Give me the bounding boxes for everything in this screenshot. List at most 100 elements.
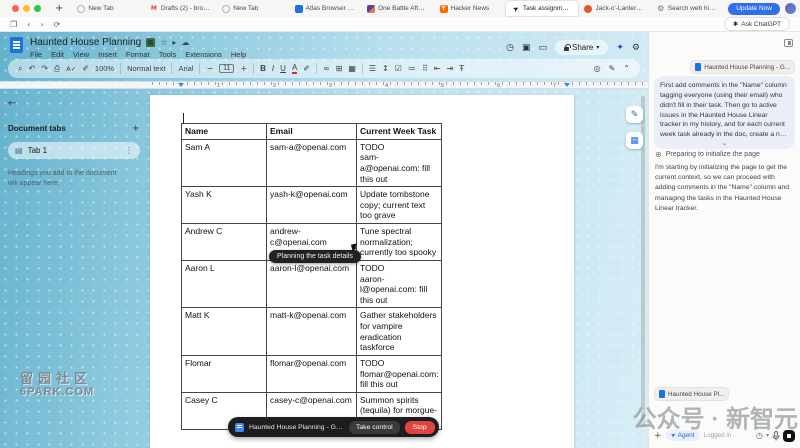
insert-link-icon[interactable]: ∞ xyxy=(323,64,330,73)
cell-name[interactable]: Matt K xyxy=(181,307,267,356)
share-button[interactable]: Share ▾ xyxy=(555,40,609,55)
decrease-indent-icon[interactable]: ⇤ xyxy=(434,64,441,73)
table-row[interactable]: Yash K yash-k@openai.com Update tombston… xyxy=(181,186,442,224)
take-control-button[interactable]: Take control xyxy=(349,420,400,434)
menu-format[interactable]: Format xyxy=(126,50,150,59)
tab-jack-o-lantern[interactable]: Jack-o'-Lantern Stu xyxy=(578,1,650,16)
menus-search-icon[interactable]: ⌕ xyxy=(18,64,22,74)
cell-email[interactable]: sam-a@openai.com xyxy=(266,138,357,188)
window-controls[interactable] xyxy=(4,5,47,12)
cell-name[interactable]: Andrew C xyxy=(181,223,267,261)
header-task[interactable]: Current Week Task xyxy=(356,123,442,140)
update-now-button[interactable]: Update Now xyxy=(728,2,780,15)
hide-menus-icon[interactable]: ⌃ xyxy=(623,64,630,73)
cell-name[interactable]: Sam A xyxy=(181,138,267,188)
video-call-icon[interactable]: ▭ xyxy=(538,43,547,53)
horizontal-ruler[interactable]: 1 2 3 4 5 6 7 xyxy=(0,81,648,89)
close-window-button[interactable] xyxy=(12,5,19,12)
menu-tools[interactable]: Tools xyxy=(159,50,177,59)
task-table[interactable]: Name Email Current Week Task Sam A sam-a… xyxy=(181,123,442,430)
move-folder-icon[interactable]: ▸ xyxy=(172,38,176,47)
expand-message-icon[interactable]: ⌄ xyxy=(722,138,728,148)
pen-tool-button[interactable]: ✎ xyxy=(626,106,643,123)
cell-task[interactable]: TODO sam-a@openai.com: fill this out xyxy=(356,138,442,188)
table-row[interactable]: Matt K matt-k@openai.com Gather stakehol… xyxy=(181,307,442,356)
reload-button[interactable]: ⟳ xyxy=(54,20,61,29)
cell-task[interactable]: Tune spectral normalization; currently t… xyxy=(356,223,442,261)
chevron-down-icon[interactable]: ▾ xyxy=(596,44,599,51)
align-icon[interactable]: ☰ xyxy=(369,64,376,73)
table-row[interactable]: Flomar flomar@openai.com TODO flomar@ope… xyxy=(181,354,442,393)
collapse-sidebar-icon[interactable] xyxy=(784,39,793,47)
paragraph-style-select[interactable]: Normal text xyxy=(127,64,165,73)
minimize-window-button[interactable] xyxy=(23,5,30,12)
stop-agent-button[interactable]: Stop xyxy=(404,420,435,434)
zoom-window-button[interactable] xyxy=(34,5,41,12)
close-panel-arrow-icon[interactable]: ← xyxy=(8,98,140,109)
paint-format-icon[interactable]: ✐ xyxy=(82,64,89,73)
redo-icon[interactable]: ↷ xyxy=(41,64,48,73)
version-history-icon[interactable]: ◷ xyxy=(506,43,514,53)
cell-task[interactable]: Update tombstone copy; current text too … xyxy=(356,186,442,224)
cell-email[interactable]: matt-k@openai.com xyxy=(266,307,357,356)
menu-edit[interactable]: Edit xyxy=(51,50,64,59)
add-tab-icon[interactable]: + xyxy=(132,123,140,134)
image-tool-button[interactable]: ▦ xyxy=(626,132,643,149)
add-comment-icon[interactable]: ⊞ xyxy=(336,64,343,73)
cell-name[interactable]: Yash K xyxy=(181,186,267,224)
table-row[interactable]: Sam A sam-a@openai.com TODO sam-a@openai… xyxy=(181,138,442,188)
font-size-decrease[interactable]: − xyxy=(206,64,213,73)
menu-insert[interactable]: Insert xyxy=(98,50,117,59)
tab-search-web-history[interactable]: ⚙ Search web history xyxy=(651,1,723,16)
tab-atlas-browser-core[interactable]: Atlas Browser Core F xyxy=(289,1,361,16)
star-icon[interactable]: ☆ xyxy=(160,38,167,47)
tab-new-tab-2[interactable]: New Tab xyxy=(216,1,288,16)
document-title[interactable]: Haunted House Planning xyxy=(30,37,141,48)
tab-new-tab-1[interactable]: New Tab xyxy=(71,1,143,16)
forward-button[interactable]: › xyxy=(40,20,43,29)
zoom-select[interactable]: 100% xyxy=(95,64,114,73)
tab-hacker-news[interactable]: Y Hacker News xyxy=(434,1,506,16)
spellcheck-icon[interactable]: A✓ xyxy=(66,65,76,73)
bulleted-list-icon[interactable]: ≔ xyxy=(408,64,416,73)
clear-formatting-icon[interactable]: Ŧ xyxy=(459,64,464,73)
cell-email[interactable]: flomar@openai.com xyxy=(266,354,357,393)
numbered-list-icon[interactable]: ⠿ xyxy=(422,64,428,73)
account-avatar[interactable]: ⚙ xyxy=(632,43,640,53)
cell-task[interactable]: TODO aaron-l@openai.com: fill this out xyxy=(356,259,442,309)
undo-icon[interactable]: ↶ xyxy=(28,64,35,73)
cell-task[interactable]: TODO flomar@openai.com: fill this out xyxy=(356,354,442,393)
document-tab-1[interactable]: ▤ Tab 1 ⋮ xyxy=(8,142,140,159)
tab-drafts[interactable]: M Drafts (2) - browser- xyxy=(144,1,216,16)
comments-icon[interactable]: ▣ xyxy=(522,43,531,53)
gemini-icon[interactable]: ✦ xyxy=(616,43,624,53)
cell-email[interactable]: aaron-l@openai.com xyxy=(266,259,357,309)
menu-file[interactable]: File xyxy=(30,50,42,59)
font-size-input[interactable]: 11 xyxy=(219,64,235,73)
tab-task-assignment-active[interactable]: ➤ Task assignment wo xyxy=(505,1,579,16)
underline-button[interactable]: U xyxy=(280,64,286,73)
checklist-icon[interactable]: ☑ xyxy=(395,64,402,73)
text-color-button[interactable]: A xyxy=(291,63,298,74)
table-row[interactable]: Aaron L aaron-l@openai.com TODO aaron-l@… xyxy=(181,259,442,309)
cell-name[interactable]: Flomar xyxy=(181,354,267,393)
back-button[interactable]: ‹ xyxy=(27,20,30,29)
menu-extensions[interactable]: Extensions xyxy=(185,50,222,59)
context-page-chip[interactable]: Haunted House Planning - G... xyxy=(690,60,795,74)
google-docs-icon[interactable] xyxy=(10,37,23,53)
tab-options-icon[interactable]: ⋮ xyxy=(125,146,133,155)
profile-avatar[interactable] xyxy=(784,3,796,14)
left-margin-marker[interactable] xyxy=(178,83,184,87)
new-tab-button[interactable]: + xyxy=(47,3,71,14)
italic-button[interactable]: I xyxy=(272,64,274,73)
highlight-button[interactable]: ✐ xyxy=(303,64,310,73)
cell-task[interactable]: Gather stakeholders for vampire eradicat… xyxy=(356,307,442,356)
header-email[interactable]: Email xyxy=(266,123,357,140)
header-name[interactable]: Name xyxy=(181,123,267,140)
editing-mode-icon[interactable]: ✎ xyxy=(609,64,616,73)
ask-chatgpt-button[interactable]: ✱ Ask ChatGPT xyxy=(723,17,790,31)
panels-icon[interactable]: ❐ xyxy=(10,20,17,29)
document-page[interactable]: Name Email Current Week Task Sam A sam-a… xyxy=(150,95,574,448)
font-select[interactable]: Arial xyxy=(178,64,193,73)
tab-one-battle-after[interactable]: One Battle After Ano xyxy=(361,1,433,16)
